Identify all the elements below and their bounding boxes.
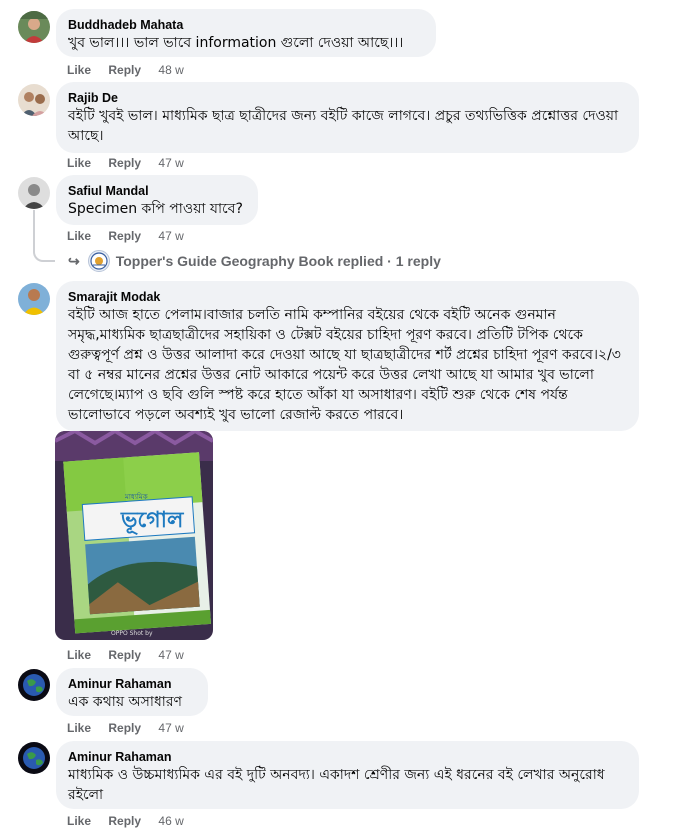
timestamp[interactable]: 47 w	[158, 156, 183, 170]
comment-bubble: Buddhadeb Mahata খুব ভাল।।। ভাল ভাবে inf…	[56, 9, 436, 57]
comment-actions: Like Reply 46 w	[67, 814, 198, 828]
reply-button[interactable]: Reply	[108, 156, 141, 170]
page-logo-icon	[87, 250, 110, 272]
author-name[interactable]: Rajib De	[68, 90, 627, 106]
timestamp[interactable]: 46 w	[158, 814, 183, 828]
comment-bubble: Safiul Mandal Specimen কপি পাওয়া যাবে?	[56, 175, 258, 225]
comment-text: এক কথায় অসাধারণ	[68, 694, 183, 710]
author-name[interactable]: Safiul Mandal	[68, 183, 246, 199]
book-title: ভূগোল	[120, 508, 185, 535]
reply-button[interactable]: Reply	[108, 63, 141, 77]
reply-button[interactable]: Reply	[108, 721, 141, 735]
comment-text: বইটি খুবই ভাল। মাধ্যমিক ছাত্র ছাত্রীদের …	[68, 108, 619, 144]
timestamp[interactable]: 47 w	[158, 721, 183, 735]
replies-link-text[interactable]: Topper's Guide Geography Book replied · …	[116, 253, 441, 269]
attached-photo[interactable]: মাধ্যমিক ভূগোল OPPO Shot by	[55, 431, 213, 640]
like-button[interactable]: Like	[67, 721, 91, 735]
author-name[interactable]: Aminur Rahaman	[68, 676, 196, 692]
comment-text: Specimen কপি পাওয়া যাবে?	[68, 201, 243, 217]
comment-bubble: Aminur Rahaman মাধ্যমিক ও উচ্চমাধ্যমিক এ…	[56, 741, 639, 809]
reply-button[interactable]: Reply	[108, 229, 141, 243]
comment-text: মাধ্যমিক ও উচ্চমাধ্যমিক এর বই দুটি অনবদ্…	[68, 767, 605, 803]
reply-button[interactable]: Reply	[108, 814, 141, 828]
like-button[interactable]: Like	[67, 814, 91, 828]
like-button[interactable]: Like	[67, 648, 91, 662]
comment-actions: Like Reply 48 w	[67, 63, 198, 77]
comment-actions: Like Reply 47 w	[67, 156, 198, 170]
comment-text: খুব ভাল।।। ভাল ভাবে information গুলো দেও…	[68, 35, 404, 51]
author-name[interactable]: Buddhadeb Mahata	[68, 17, 424, 33]
comment-text: বইটি আজ হাতে পেলাম।বাজার চলতি নামি কম্পা…	[68, 307, 621, 423]
reply-arrow-icon: ↪	[68, 252, 80, 269]
avatar[interactable]	[18, 742, 50, 774]
avatar[interactable]	[18, 669, 50, 701]
timestamp[interactable]: 47 w	[158, 648, 183, 662]
comment-bubble: Rajib De বইটি খুবই ভাল। মাধ্যমিক ছাত্র ছ…	[56, 82, 639, 153]
avatar[interactable]	[18, 283, 50, 315]
comment-actions: Like Reply 47 w	[67, 648, 198, 662]
like-button[interactable]: Like	[67, 229, 91, 243]
comment-bubble: Aminur Rahaman এক কথায় অসাধারণ	[56, 668, 208, 716]
comment-actions: Like Reply 47 w	[67, 721, 198, 735]
author-name[interactable]: Smarajit Modak	[68, 289, 627, 305]
book-small-title: মাধ্যমিক	[124, 493, 148, 501]
comment-actions: Like Reply 47 w	[67, 229, 198, 243]
view-replies-link[interactable]: ↪ Topper's Guide Geography Book replied …	[68, 250, 441, 272]
like-button[interactable]: Like	[67, 156, 91, 170]
like-button[interactable]: Like	[67, 63, 91, 77]
avatar[interactable]	[18, 84, 50, 116]
author-name[interactable]: Aminur Rahaman	[68, 749, 627, 765]
avatar[interactable]	[18, 177, 50, 209]
photo-footer: OPPO Shot by	[111, 630, 153, 637]
timestamp[interactable]: 48 w	[158, 63, 183, 77]
timestamp[interactable]: 47 w	[158, 229, 183, 243]
thread-line	[33, 210, 55, 262]
avatar[interactable]	[18, 11, 50, 43]
comment-bubble: Smarajit Modak বইটি আজ হাতে পেলাম।বাজার …	[56, 281, 639, 431]
reply-button[interactable]: Reply	[108, 648, 141, 662]
